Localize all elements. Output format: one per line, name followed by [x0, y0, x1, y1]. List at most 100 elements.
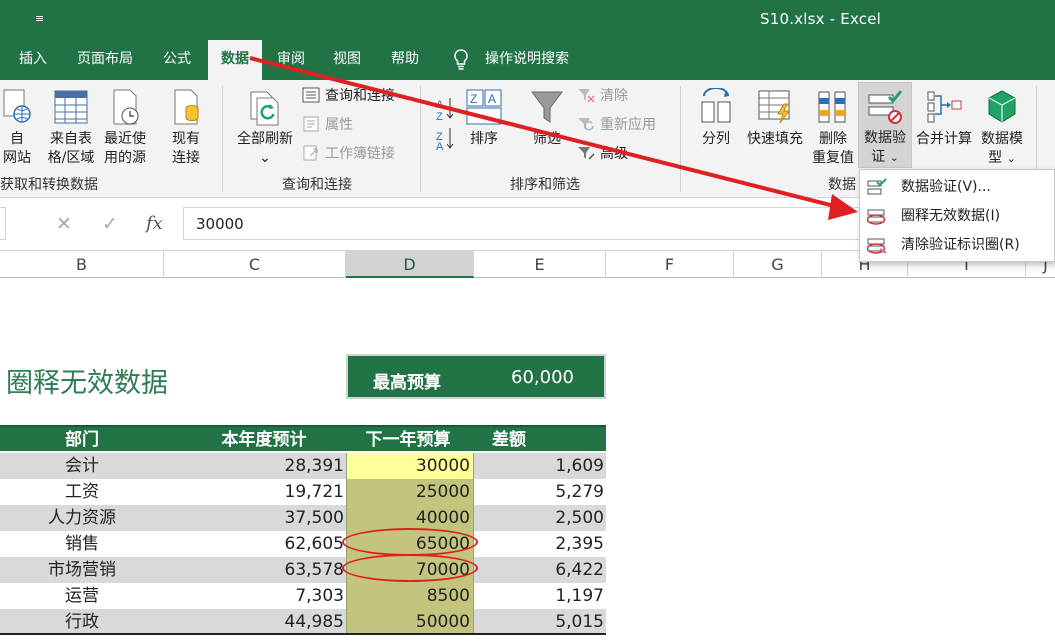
name-box[interactable] — [0, 207, 6, 240]
flash-fill-button[interactable]: 快速填充 — [742, 88, 808, 149]
quick-access-customize-icon[interactable]: ≡ — [35, 12, 44, 25]
data-model-icon — [988, 90, 1016, 123]
table-row: 会计 28,391 30000 1,609 — [0, 453, 606, 479]
filter-button[interactable]: 筛选 — [524, 88, 570, 149]
table-row: 市场营销 63,578 70000 6,422 — [0, 557, 606, 583]
column-header-e[interactable]: E — [474, 251, 606, 278]
text-to-columns-button[interactable]: 分列 — [692, 88, 740, 149]
cell-diff[interactable]: 5,015 — [474, 609, 604, 635]
header-current[interactable]: 本年度预计 — [164, 427, 344, 453]
tab-view[interactable]: 视图 — [322, 40, 372, 80]
column-header-c[interactable]: C — [164, 251, 346, 278]
recent-sources-icon — [113, 89, 139, 125]
cell-current[interactable]: 19,721 — [164, 479, 344, 505]
cell-diff[interactable]: 1,197 — [474, 583, 604, 609]
sort-button[interactable]: Z A 排序 — [464, 88, 504, 149]
invalid-data-circle — [342, 528, 478, 556]
tab-data[interactable]: 数据 — [208, 40, 262, 80]
enter-icon[interactable]: ✓ — [102, 213, 118, 235]
clear-filter-button[interactable]: 清除 — [577, 85, 628, 107]
cell-next[interactable]: 50000 — [346, 609, 470, 635]
cell-dept[interactable]: 人力资源 — [0, 505, 164, 531]
insert-function-icon[interactable]: fx — [146, 213, 163, 234]
refresh-all-button[interactable]: 全部刷新 ⌄ — [232, 88, 298, 168]
cell-current[interactable]: 7,303 — [164, 583, 344, 609]
cell-diff[interactable]: 2,395 — [474, 531, 604, 557]
data-validation-menu: 数据验证(V)... 圈释无效数据(I) 清除验证标识圈(R) — [859, 169, 1055, 262]
cell-dept[interactable]: 会计 — [0, 453, 164, 479]
existing-connections-button[interactable]: 现有 连接 — [164, 88, 208, 168]
cell-current[interactable]: 44,985 — [164, 609, 344, 635]
recent-sources-button[interactable]: 最近使 用的源 — [98, 88, 152, 168]
sort-ascending-icon[interactable]: A Z Z A — [436, 94, 456, 150]
reapply-button[interactable]: 重新应用 — [577, 114, 656, 136]
lightbulb-icon — [454, 49, 468, 70]
cell-diff[interactable]: 1,609 — [474, 453, 604, 479]
cell-current[interactable]: 63,578 — [164, 557, 344, 583]
menu-item-clear-circles[interactable]: 清除验证标识圈(R) — [860, 231, 1054, 259]
tab-page-layout[interactable]: 页面布局 — [68, 40, 142, 80]
cell-next[interactable]: 30000 — [346, 453, 470, 479]
sheet-title: 圈释无效数据 — [6, 368, 168, 399]
group-separator — [420, 86, 421, 192]
column-header-b[interactable]: B — [0, 251, 164, 278]
table-row: 运营 7,303 8500 1,197 — [0, 583, 606, 609]
consolidate-button[interactable]: 合并计算 — [912, 88, 976, 149]
column-header-f[interactable]: F — [606, 251, 734, 278]
data-validation-label-1: 数据验 — [864, 130, 906, 146]
remove-duplicates-label-2: 重复值 — [812, 150, 854, 166]
cell-current[interactable]: 62,605 — [164, 531, 344, 557]
tab-help[interactable]: 帮助 — [380, 40, 430, 80]
text-to-columns-icon — [701, 88, 731, 123]
cell-current[interactable]: 37,500 — [164, 505, 344, 531]
data-validation-button[interactable]: 数据验 证 ⌄ — [858, 82, 912, 168]
cell-dept[interactable]: 行政 — [0, 609, 164, 635]
recent-sources-label-2: 用的源 — [104, 150, 146, 166]
tab-insert[interactable]: 插入 — [8, 40, 58, 80]
header-dept[interactable]: 部门 — [0, 427, 164, 453]
data-model-label-2: 型 — [988, 150, 1003, 166]
menu-item-data-validation[interactable]: 数据验证(V)... — [860, 173, 1054, 201]
from-table-button[interactable]: 来自表 格/区域 — [44, 88, 98, 168]
cell-current[interactable]: 28,391 — [164, 453, 344, 479]
worksheet[interactable]: 圈释无效数据 最高预算 60,000 部门 本年度预计 下一年预算 差额 会计 … — [0, 279, 1055, 641]
from-web-label-1: 自 — [10, 131, 24, 147]
cell-diff[interactable]: 6,422 — [474, 557, 604, 583]
properties-label: 属性 — [325, 117, 353, 133]
tab-review[interactable]: 审阅 — [266, 40, 316, 80]
data-model-button[interactable]: 数据模 型 ⌄ — [976, 88, 1028, 168]
cell-dept[interactable]: 销售 — [0, 531, 164, 557]
filter-icon — [531, 91, 563, 123]
queries-connections-icon — [302, 87, 320, 103]
circle-invalid-data-icon — [867, 209, 886, 225]
web-icon — [3, 89, 31, 123]
excel-window: ≡ S10.xlsx - Excel 插入 页面布局 公式 数据 审阅 视图 帮… — [0, 0, 1055, 641]
cell-next[interactable]: 25000 — [346, 479, 470, 505]
title-bar: ≡ S10.xlsx - Excel — [0, 0, 1055, 40]
column-header-g[interactable]: G — [734, 251, 822, 278]
advanced-filter-button[interactable]: 高级 — [577, 143, 628, 165]
tab-formulas[interactable]: 公式 — [152, 40, 202, 80]
data-validation-label-2: 证 — [871, 149, 886, 165]
tell-me-search[interactable]: 操作说明搜索 — [485, 40, 569, 78]
column-header-d[interactable]: D — [346, 251, 474, 278]
menu-item-circle-invalid-data[interactable]: 圈释无效数据(I) — [860, 202, 1054, 230]
queries-connections-button[interactable]: 查询和连接 — [302, 85, 395, 107]
cell-diff[interactable]: 2,500 — [474, 505, 604, 531]
header-next[interactable]: 下一年预算 — [346, 427, 470, 453]
cell-diff[interactable]: 5,279 — [474, 479, 604, 505]
header-diff[interactable]: 差额 — [474, 427, 604, 453]
from-web-button[interactable]: 自 网站 — [0, 88, 34, 168]
cell-dept[interactable]: 工资 — [0, 479, 164, 505]
remove-duplicates-button[interactable]: 删除 重复值 — [808, 88, 858, 168]
cell-dept[interactable]: 市场营销 — [0, 557, 164, 583]
sort-label: 排序 — [470, 131, 498, 147]
edit-links-button[interactable]: 工作簿链接 — [302, 143, 395, 165]
edit-links-label: 工作簿链接 — [325, 146, 395, 162]
max-budget-value[interactable]: 60,000 — [511, 367, 574, 388]
cell-next[interactable]: 8500 — [346, 583, 470, 609]
properties-button[interactable]: 属性 — [302, 114, 353, 136]
cancel-icon[interactable]: ✕ — [56, 213, 72, 235]
cell-dept[interactable]: 运营 — [0, 583, 164, 609]
group-label-data-tools: 数据 — [828, 177, 856, 193]
